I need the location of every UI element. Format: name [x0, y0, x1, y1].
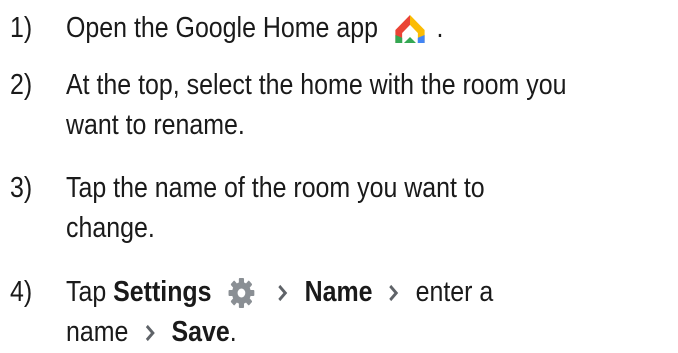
step-punctuation: . [229, 316, 237, 348]
step-text-line-2: change. [66, 212, 155, 244]
step-text-line-2: want to rename. [66, 109, 245, 141]
step-punctuation: . [436, 12, 444, 44]
step-number: 1) [10, 12, 33, 44]
save-label: Save [171, 316, 230, 348]
chevron-right-icon [389, 285, 399, 302]
gear-icon [228, 278, 255, 309]
step-text: Open the Google Home app [66, 12, 378, 44]
step-number: 3) [10, 172, 33, 204]
name-word: name [66, 316, 129, 348]
step-text-line-1: At the top, select the home with the roo… [66, 69, 567, 101]
chevron-right-icon [145, 325, 155, 342]
settings-label: Settings [113, 276, 212, 308]
step-number: 2) [10, 69, 33, 101]
step-text-line-1: Tap the name of the room you want to [66, 172, 485, 204]
tap-word: Tap [66, 276, 107, 308]
name-label: Name [304, 276, 373, 308]
instructions-list: 1) Open the Google Home app . 2) At the … [0, 0, 678, 353]
step-number: 4) [10, 276, 33, 308]
google-home-app-icon [395, 15, 425, 44]
chevron-right-icon [278, 285, 288, 302]
enter-text: enter a [415, 276, 494, 308]
